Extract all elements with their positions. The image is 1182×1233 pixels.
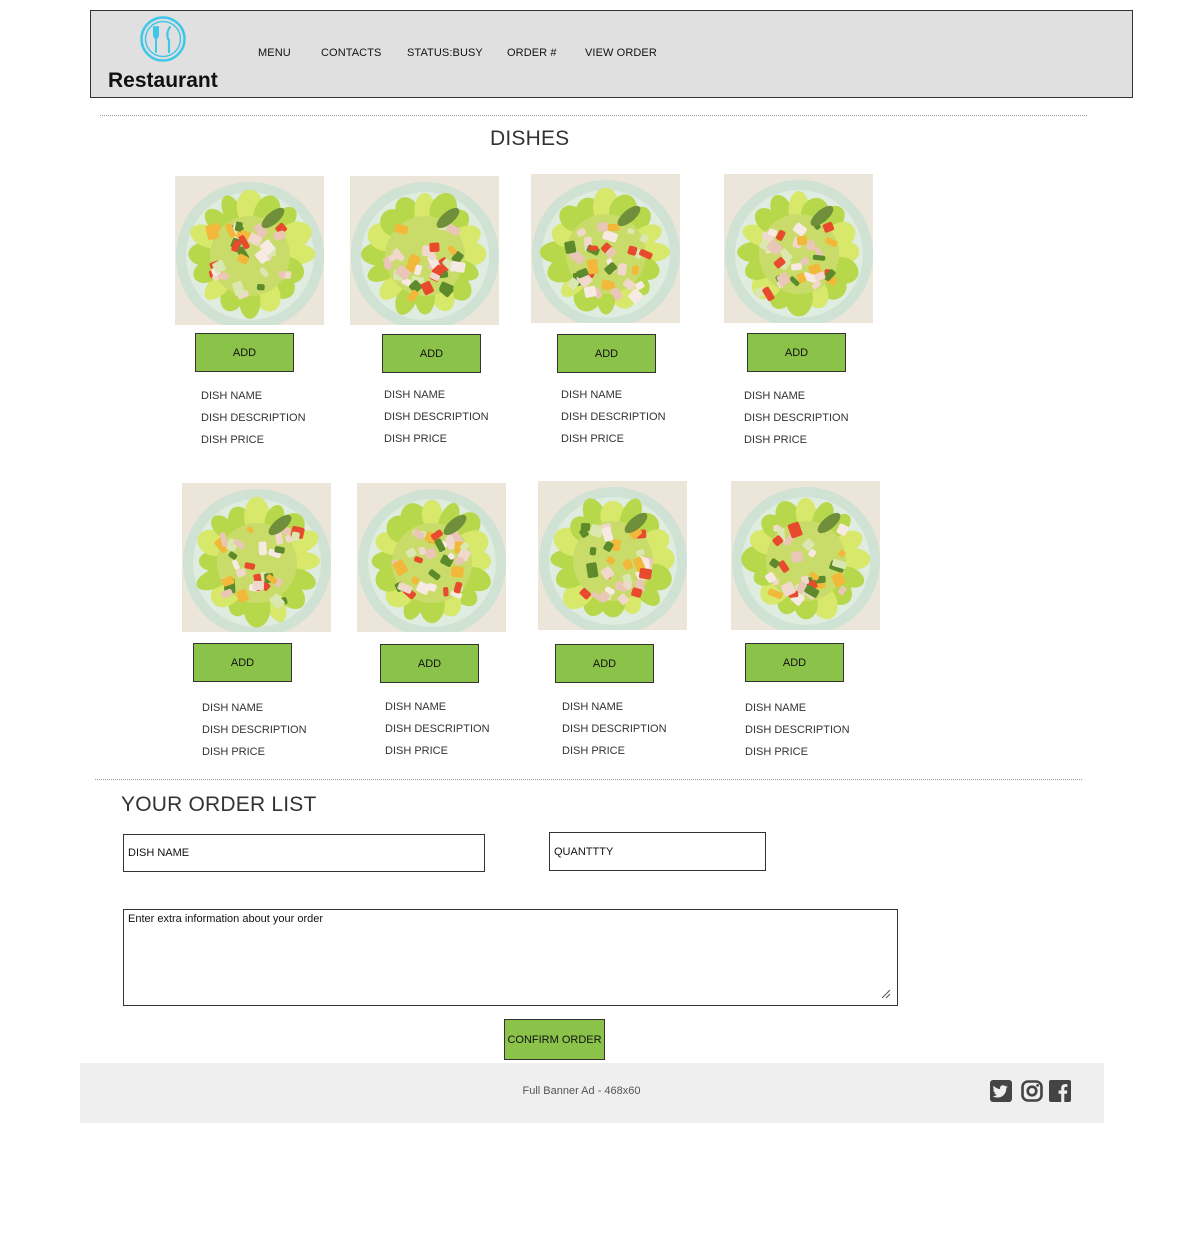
nav-contacts[interactable]: CONTACTS	[321, 47, 381, 59]
logo-text: Restaurant	[108, 69, 218, 92]
dish-price: DISH PRICE	[561, 433, 624, 445]
dish-description: DISH DESCRIPTION	[745, 724, 850, 736]
dish-name: DISH NAME	[385, 701, 447, 713]
add-dish-button[interactable]: ADD	[382, 334, 481, 373]
dish-price: DISH PRICE	[202, 746, 265, 758]
add-dish-button[interactable]: ADD	[380, 644, 479, 683]
dish-price: DISH PRICE	[385, 745, 448, 757]
dish-description: DISH DESCRIPTION	[202, 724, 307, 736]
dish-name-field[interactable]: DISH NAME	[123, 834, 485, 872]
add-dish-button[interactable]: ADD	[193, 643, 292, 682]
dish-description: DISH DESCRIPTION	[201, 412, 306, 424]
restaurant-logo[interactable]: Restaurant	[108, 15, 224, 95]
dish-image	[531, 174, 680, 323]
add-dish-button[interactable]: ADD	[555, 644, 654, 683]
dish-price: DISH PRICE	[201, 434, 264, 446]
dish-name: DISH NAME	[201, 390, 263, 402]
nav-order-number[interactable]: ORDER #	[507, 47, 557, 59]
dish-description: DISH DESCRIPTION	[384, 411, 489, 423]
divider	[95, 779, 1082, 780]
quantity-field[interactable]: QUANTTTY	[549, 832, 766, 871]
dish-name: DISH NAME	[562, 701, 624, 713]
banner-ad: Full Banner Ad - 468x60	[522, 1085, 641, 1097]
dish-price: DISH PRICE	[744, 434, 807, 446]
dish-price: DISH PRICE	[562, 745, 625, 757]
dish-info: DISH NAME DISH DESCRIPTION DISH PRICE	[562, 696, 667, 762]
add-dish-button[interactable]: ADD	[747, 333, 846, 372]
dish-image	[350, 176, 499, 325]
dish-image	[731, 481, 880, 630]
dish-description: DISH DESCRIPTION	[744, 412, 849, 424]
dish-info: DISH NAME DISH DESCRIPTION DISH PRICE	[201, 385, 306, 451]
add-dish-button[interactable]: ADD	[745, 643, 844, 682]
dish-info: DISH NAME DISH DESCRIPTION DISH PRICE	[561, 384, 666, 450]
dishes-title: DISHES	[490, 127, 570, 150]
dish-info: DISH NAME DISH DESCRIPTION DISH PRICE	[202, 697, 307, 763]
dish-description: DISH DESCRIPTION	[562, 723, 667, 735]
dish-image	[175, 176, 324, 325]
dish-info: DISH NAME DISH DESCRIPTION DISH PRICE	[385, 696, 490, 762]
facebook-icon[interactable]	[1049, 1080, 1071, 1102]
extra-info-text: Enter extra information about your order	[128, 913, 324, 925]
confirm-order-button[interactable]: CONFIRM ORDER	[504, 1019, 605, 1060]
dish-name: DISH NAME	[745, 702, 807, 714]
dish-name: DISH NAME	[561, 389, 623, 401]
dish-info: DISH NAME DISH DESCRIPTION DISH PRICE	[745, 697, 850, 763]
extra-info-textarea[interactable]: Enter extra information about your order	[123, 909, 898, 1006]
dish-image	[538, 481, 687, 630]
dish-name: DISH NAME	[384, 389, 446, 401]
order-list-title: YOUR ORDER LIST	[121, 793, 317, 816]
nav-status[interactable]: STATUS:BUSY	[407, 47, 483, 59]
twitter-icon[interactable]	[990, 1080, 1012, 1102]
dish-image	[182, 483, 331, 632]
dish-image	[357, 483, 506, 632]
divider	[100, 115, 1087, 116]
fork-knife-icon	[140, 16, 186, 62]
nav-view-order[interactable]: VIEW ORDER	[585, 47, 657, 59]
dish-description: DISH DESCRIPTION	[561, 411, 666, 423]
dish-price: DISH PRICE	[745, 746, 808, 758]
dish-name: DISH NAME	[202, 702, 264, 714]
dish-info: DISH NAME DISH DESCRIPTION DISH PRICE	[384, 384, 489, 450]
footer: Full Banner Ad - 468x60	[80, 1063, 1104, 1123]
dish-info: DISH NAME DISH DESCRIPTION DISH PRICE	[744, 385, 849, 451]
resize-grip-icon[interactable]	[881, 989, 891, 999]
dish-image	[724, 174, 873, 323]
add-dish-button[interactable]: ADD	[557, 334, 656, 373]
nav-menu[interactable]: MENU	[258, 47, 291, 59]
add-dish-button[interactable]: ADD	[195, 333, 294, 372]
instagram-icon[interactable]	[1021, 1080, 1043, 1102]
dish-price: DISH PRICE	[384, 433, 447, 445]
dish-description: DISH DESCRIPTION	[385, 723, 490, 735]
dish-name: DISH NAME	[744, 390, 806, 402]
